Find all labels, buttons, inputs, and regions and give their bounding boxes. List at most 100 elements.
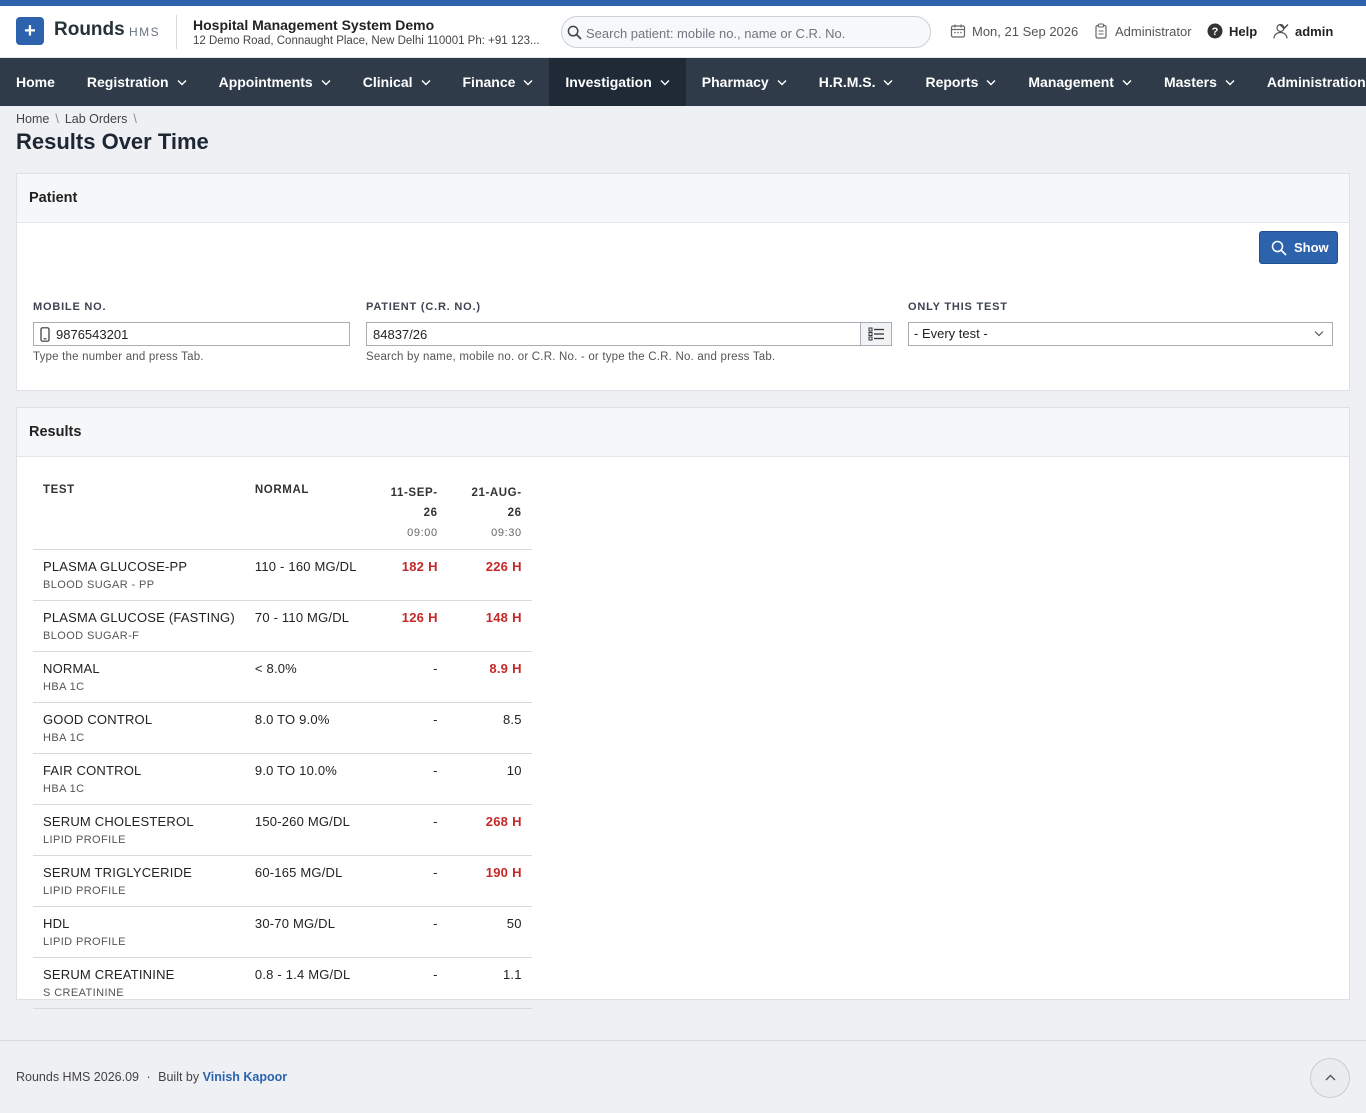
- test-group: HBA 1C: [43, 732, 85, 744]
- nav-item-clinical[interactable]: Clinical: [347, 58, 447, 106]
- test-name: FAIR CONTROL: [43, 763, 142, 778]
- nav-item-reports[interactable]: Reports: [909, 58, 1012, 106]
- result-value: 8.9: [489, 661, 509, 676]
- scroll-to-top-button[interactable]: [1310, 1058, 1350, 1098]
- nav-item-label: Clinical: [362, 74, 413, 90]
- show-button-label: Show: [1294, 240, 1329, 255]
- footer-author-link[interactable]: Vinish Kapoor: [203, 1070, 288, 1084]
- search-icon: [1271, 240, 1287, 256]
- result-value-cell: 190 H: [447, 855, 532, 907]
- nav-item-management[interactable]: Management: [1012, 58, 1148, 106]
- result-value-cell: 182 H: [366, 549, 448, 601]
- normal-range: 70 - 110 MG/DL: [244, 600, 367, 652]
- breadcrumb-item-home[interactable]: Home: [16, 112, 49, 126]
- test-group: HBA 1C: [43, 681, 85, 693]
- help-label: Help: [1229, 24, 1258, 39]
- patient-lookup-button[interactable]: [860, 322, 892, 346]
- result-value: 148: [485, 610, 509, 625]
- test-filter-select[interactable]: - Every test -: [908, 322, 1333, 346]
- mobile-phone-icon: [40, 327, 50, 342]
- patient-crno-label: PATIENT (C.R. NO.): [366, 301, 481, 313]
- nav-item-masters[interactable]: Masters: [1148, 58, 1251, 106]
- table-row: FAIR CONTROL HBA 1C 9.0 TO 10.0% - 10: [33, 753, 532, 805]
- nav-item-label: Masters: [1163, 74, 1217, 90]
- show-button[interactable]: Show: [1259, 231, 1338, 264]
- footer-product: Rounds HMS 2026.09: [16, 1070, 139, 1084]
- role-switcher[interactable]: Administrator: [1094, 23, 1192, 39]
- chevron-down-icon: [1122, 79, 1132, 85]
- footer-built-by: Built by: [158, 1070, 200, 1084]
- result-value-cell: 50: [447, 906, 532, 958]
- chevron-down-icon: [177, 79, 187, 85]
- test-name: SERUM CREATININE: [43, 967, 175, 982]
- mobile-field[interactable]: [33, 322, 350, 346]
- result-value: 8.5: [503, 712, 522, 727]
- user-name: admin: [1295, 24, 1334, 39]
- test-group: BLOOD SUGAR - PP: [43, 579, 155, 591]
- nav-item-label: Registration: [86, 74, 169, 90]
- result-value: 182: [401, 559, 425, 574]
- chevron-up-icon: [1325, 1074, 1336, 1081]
- test-name: PLASMA GLUCOSE (FASTING): [43, 610, 235, 625]
- test-filter-selected: - Every test -: [914, 326, 988, 341]
- patient-panel-title: Patient: [17, 174, 1349, 223]
- test-cell: FAIR CONTROL HBA 1C: [33, 753, 245, 805]
- nav-item-registration[interactable]: Registration: [71, 58, 203, 106]
- result-value-cell: 10: [447, 753, 532, 805]
- page-title: Results Over Time: [16, 129, 209, 154]
- mobile-input[interactable]: [56, 326, 336, 342]
- help-link[interactable]: ? Help: [1207, 23, 1258, 39]
- nav-item-finance[interactable]: Finance: [447, 58, 550, 106]
- high-flag: H: [428, 610, 438, 625]
- brand-name[interactable]: Rounds: [54, 19, 125, 41]
- user-menu[interactable]: admin: [1273, 23, 1334, 39]
- chevron-down-icon: [986, 79, 996, 85]
- search-icon: [567, 25, 582, 40]
- patient-search-input[interactable]: [586, 22, 921, 44]
- column-header-normal: NORMAL: [244, 474, 367, 550]
- column-time: 09:00: [407, 527, 438, 539]
- test-cell: PLASMA GLUCOSE-PP BLOOD SUGAR - PP: [33, 549, 245, 601]
- result-value-cell: -: [366, 855, 448, 907]
- nav-item-appointments[interactable]: Appointments: [203, 58, 347, 106]
- patient-panel: Patient Show MOBILE NO. Type the number …: [16, 173, 1350, 391]
- nav-item-label: Pharmacy: [701, 74, 769, 90]
- nav-item-investigation[interactable]: Investigation: [549, 58, 686, 106]
- patient-search[interactable]: [561, 16, 931, 48]
- table-row: PLASMA GLUCOSE (FASTING) BLOOD SUGAR-F 70 …: [33, 600, 532, 652]
- patient-crno-input[interactable]: [366, 322, 861, 346]
- result-value: 226: [485, 559, 509, 574]
- logo-icon[interactable]: +: [16, 17, 44, 45]
- nav-item-administration[interactable]: Administration: [1251, 58, 1366, 106]
- result-value: -: [433, 865, 438, 880]
- normal-range: 30-70 MG/DL: [244, 906, 367, 958]
- nav-item-label: Appointments: [218, 74, 313, 90]
- result-value-cell: 226 H: [447, 549, 532, 601]
- nav-item-label: Investigation: [565, 74, 652, 90]
- result-value-cell: -: [366, 753, 448, 805]
- normal-range: 150-260 MG/DL: [244, 804, 367, 856]
- test-cell: HDL LIPID PROFILE: [33, 906, 245, 958]
- nav-item-h-r-m-s[interactable]: H.R.M.S.: [803, 58, 910, 106]
- normal-range: < 8.0%: [244, 651, 367, 703]
- table-row: SERUM TRIGLYCERIDE LIPID PROFILE 60-165 MG…: [33, 855, 532, 907]
- nav-item-pharmacy[interactable]: Pharmacy: [686, 58, 803, 106]
- footer: Rounds HMS 2026.09 · Built by Vinish Kap…: [0, 1040, 1366, 1113]
- test-name: SERUM CHOLESTEROL: [43, 814, 194, 829]
- test-name: PLASMA GLUCOSE-PP: [43, 559, 188, 574]
- column-header-date: 11-SEP-26 09:00: [366, 474, 448, 550]
- high-flag: H: [512, 661, 522, 676]
- patient-crno-hint: Search by name, mobile no. or C.R. No. -…: [366, 351, 776, 363]
- column-header-test: TEST: [33, 474, 245, 550]
- nav-item-home[interactable]: Home: [0, 58, 71, 106]
- test-group: BLOOD SUGAR-F: [43, 630, 140, 642]
- results-panel-title: Results: [17, 408, 1349, 457]
- chevron-down-icon: [660, 79, 670, 85]
- high-flag: H: [512, 865, 522, 880]
- breadcrumb-item-lab-orders[interactable]: Lab Orders: [65, 112, 128, 126]
- test-group: LIPID PROFILE: [43, 834, 126, 846]
- brand-suffix: HMS: [129, 25, 161, 39]
- test-cell: SERUM CREATININE S CREATININE: [33, 957, 245, 1009]
- test-cell: NORMAL HBA 1C: [33, 651, 245, 703]
- current-date-label: Mon, 21 Sep 2026: [972, 24, 1079, 39]
